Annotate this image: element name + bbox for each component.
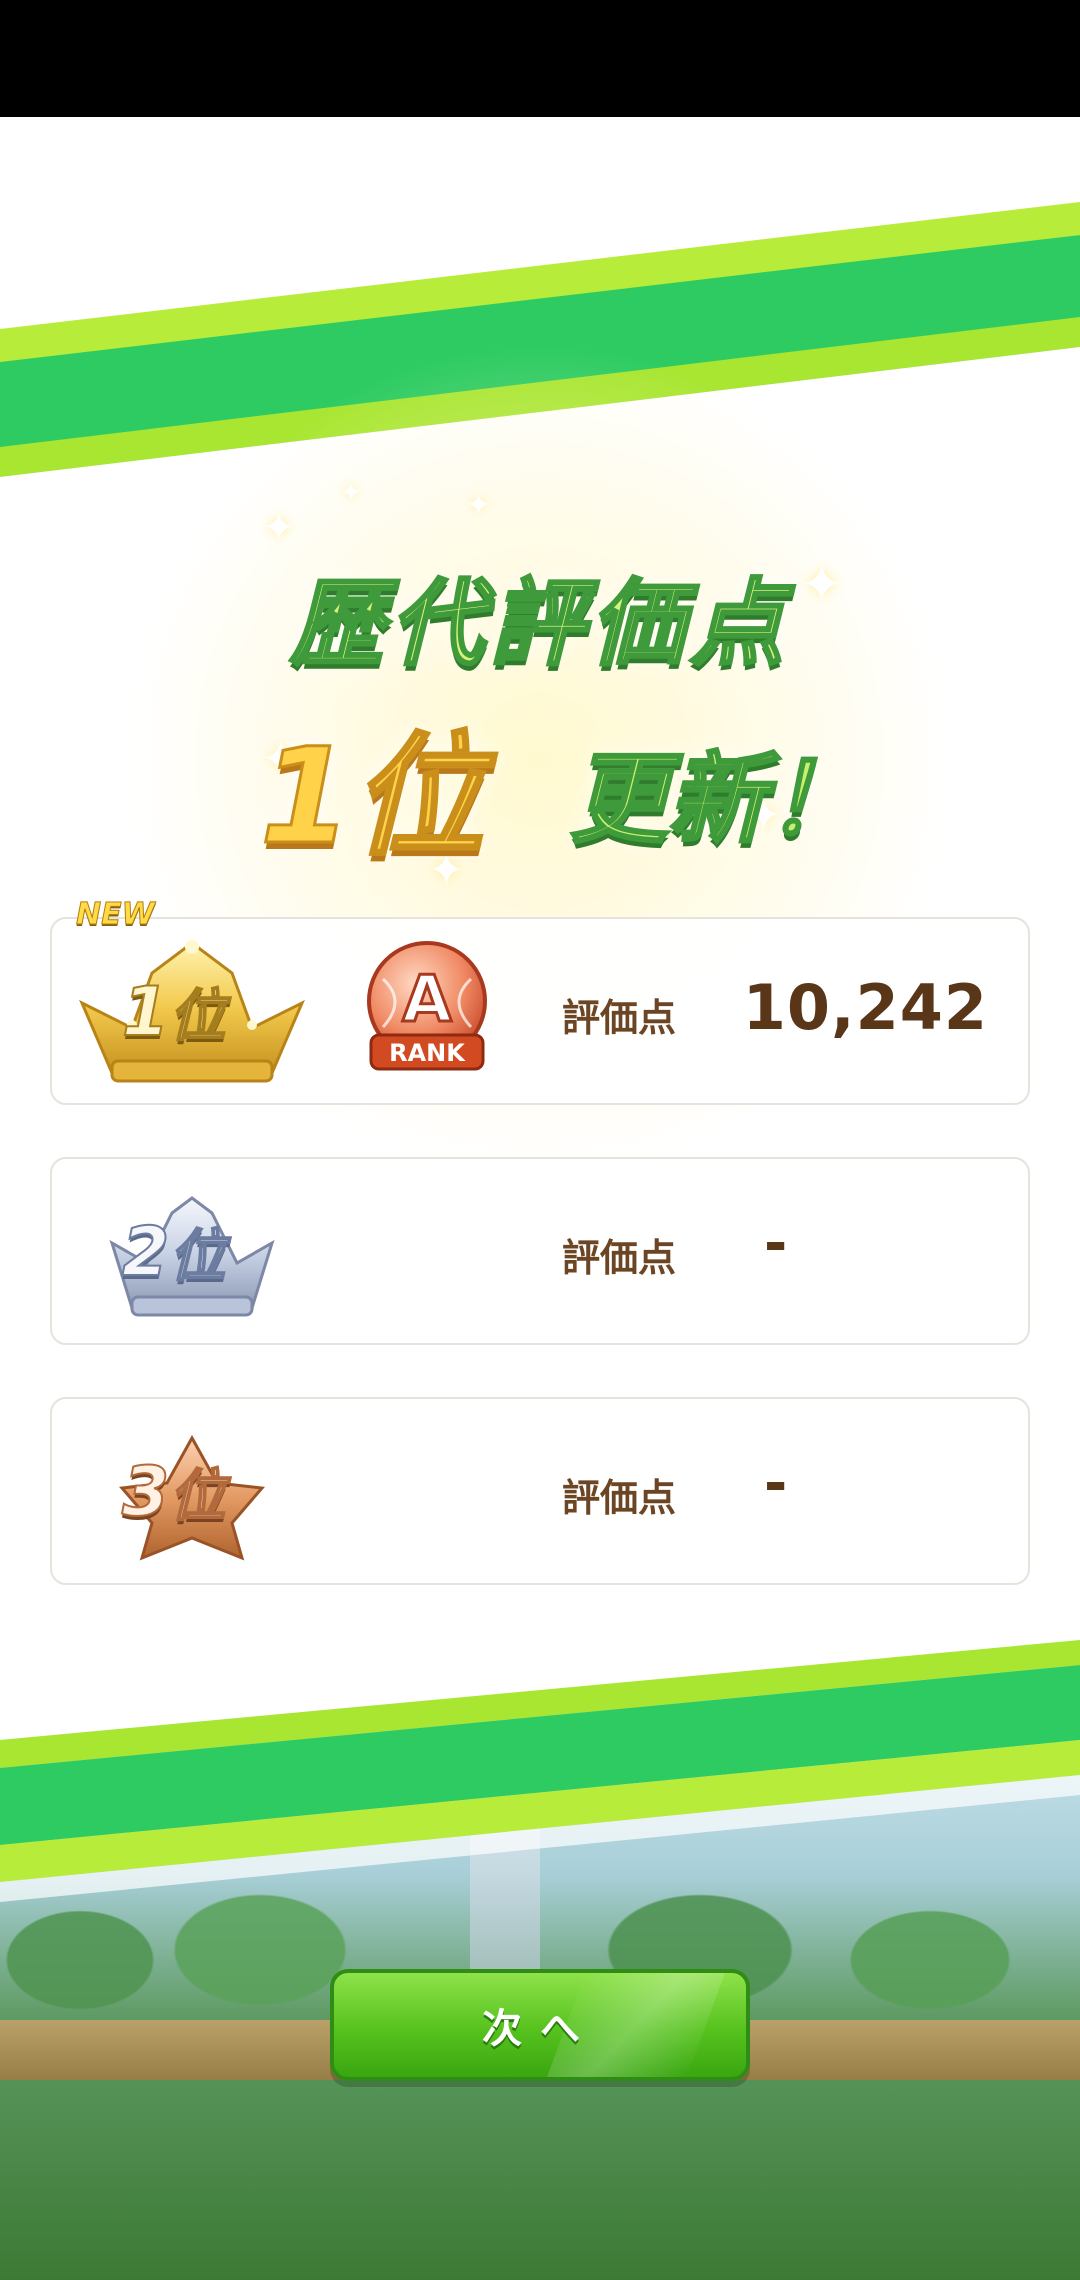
ranking-row-1: NEW 1位 A RANK 評価点 10,242 (50, 897, 1030, 1105)
heading-subtitle: 1位 更新！ (250, 690, 950, 876)
next-button[interactable]: 次へ (330, 1969, 750, 2081)
next-button-label: 次へ (482, 2006, 598, 2052)
sparkle-icon: ✦ (262, 505, 296, 551)
score-value: 10,242 (742, 971, 988, 1044)
heading-title: 歴代評価点 (288, 569, 790, 681)
score-value: - (764, 1451, 788, 1516)
grade-letter: A (402, 963, 452, 1037)
rank-number: 2位 (121, 1212, 226, 1293)
rank-number: 1位 (121, 972, 226, 1053)
heading-rank: 1位 (259, 719, 486, 876)
sparkle-icon: ✦ (466, 488, 492, 523)
score-label: 評価点 (562, 1476, 677, 1520)
a-rank-badge-icon: A RANK (367, 941, 487, 1071)
bottom-stripe-decoration (0, 1620, 1080, 1902)
new-badge: NEW (76, 897, 156, 933)
rank-number: 3位 (121, 1452, 226, 1533)
heading-update: 更新！ (568, 742, 865, 859)
top-stripe-decoration (0, 117, 1080, 517)
sparkle-icon: ✦ (340, 478, 362, 508)
status-bar (0, 0, 1080, 117)
ranking-row-3: 3位 評価点 - (50, 1397, 1030, 1585)
game-screen: ✦ ✦ ✦ ✦ ✦ ✦ ✦ 歴代評価点 1位 更新！ NEW 1位 A RANK… (0, 0, 1080, 2280)
score-label: 評価点 (562, 996, 677, 1040)
score-value: - (764, 1211, 788, 1276)
grade-label: RANK (389, 1039, 466, 1067)
ranking-row-2: 2位 評価点 - (50, 1157, 1030, 1345)
score-label: 評価点 (562, 1236, 677, 1280)
